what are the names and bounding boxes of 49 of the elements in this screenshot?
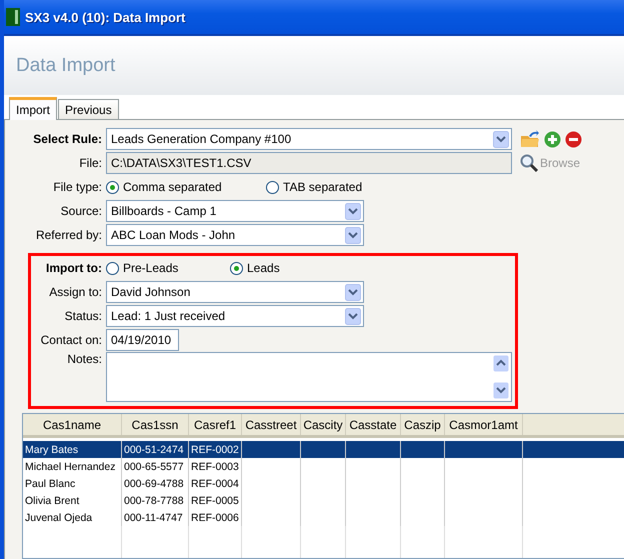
field-label: Source: [60, 204, 102, 218]
referrer-dropdown[interactable]: ABC Loan Mods - John [106, 224, 364, 246]
field-label: Import to: [45, 261, 102, 275]
table-row[interactable]: Mary Bates 000-51-2474 REF-0002 [23, 441, 624, 458]
source-dropdown[interactable]: Billboards - Camp 1 [106, 200, 364, 222]
column-header[interactable]: Cas1ssn [122, 414, 189, 435]
field-label: Select Rule: [32, 132, 102, 146]
field-label: File: [78, 156, 102, 170]
column-header[interactable]: Casstreet [242, 414, 301, 435]
file-path-field[interactable]: C:\DATA\SX3\TEST1.CSV [106, 152, 512, 174]
column-header[interactable]: Casstate [346, 414, 401, 435]
radio-button[interactable]: Comma separated [106, 180, 262, 194]
radio-circle-icon[interactable] [230, 262, 243, 274]
radio-button[interactable]: Leads [230, 261, 280, 275]
column-header[interactable]: Casmor1amt [445, 414, 523, 435]
radio-circle-icon[interactable] [106, 262, 119, 274]
column-header[interactable]: Cas1name [23, 414, 122, 435]
open-folder-icon[interactable] [520, 130, 540, 148]
field-label: Assign to: [48, 285, 102, 299]
field-label: Referred by: [34, 228, 102, 242]
table-cell: 000-11-4747 [122, 509, 189, 526]
tab[interactable]: Import [9, 97, 58, 120]
search-icon [520, 154, 538, 172]
radio-circle-icon[interactable] [266, 180, 279, 194]
page-title: Data Import [16, 54, 116, 76]
field-label: Status: [64, 309, 102, 323]
app-icon [6, 8, 20, 26]
table-cell: Juvenal Ojeda [23, 509, 122, 526]
field-label: File type: [52, 180, 102, 194]
radio-circle-icon[interactable] [106, 180, 119, 194]
table-cell: REF-0006 [189, 509, 242, 526]
scroll-down-icon[interactable] [493, 382, 509, 399]
column-header[interactable]: Cascity [301, 414, 346, 435]
add-icon[interactable] [544, 130, 561, 148]
status-dropdown[interactable]: Lead: 1 Just received [106, 305, 364, 327]
date-field[interactable]: 04/19/2010 [106, 329, 179, 351]
window-title: SX3 v4.0 (10): Data Import [25, 10, 186, 24]
tab[interactable]: Previous [58, 99, 119, 119]
column-header[interactable]: Casref1 [189, 414, 242, 435]
scroll-up-icon[interactable] [493, 355, 509, 372]
radio-button[interactable]: Pre-Leads [106, 261, 226, 275]
column-header[interactable]: Caszip [401, 414, 445, 435]
field-label: Contact on: [40, 333, 102, 347]
rule-dropdown[interactable]: Leads Generation Company #100 [106, 128, 512, 150]
notes-field[interactable] [106, 352, 512, 402]
field-label: Notes: [66, 352, 102, 366]
assignee-dropdown[interactable]: David Johnson [106, 281, 364, 303]
radio-button[interactable]: TAB separated [266, 180, 362, 194]
remove-icon[interactable] [565, 130, 582, 148]
